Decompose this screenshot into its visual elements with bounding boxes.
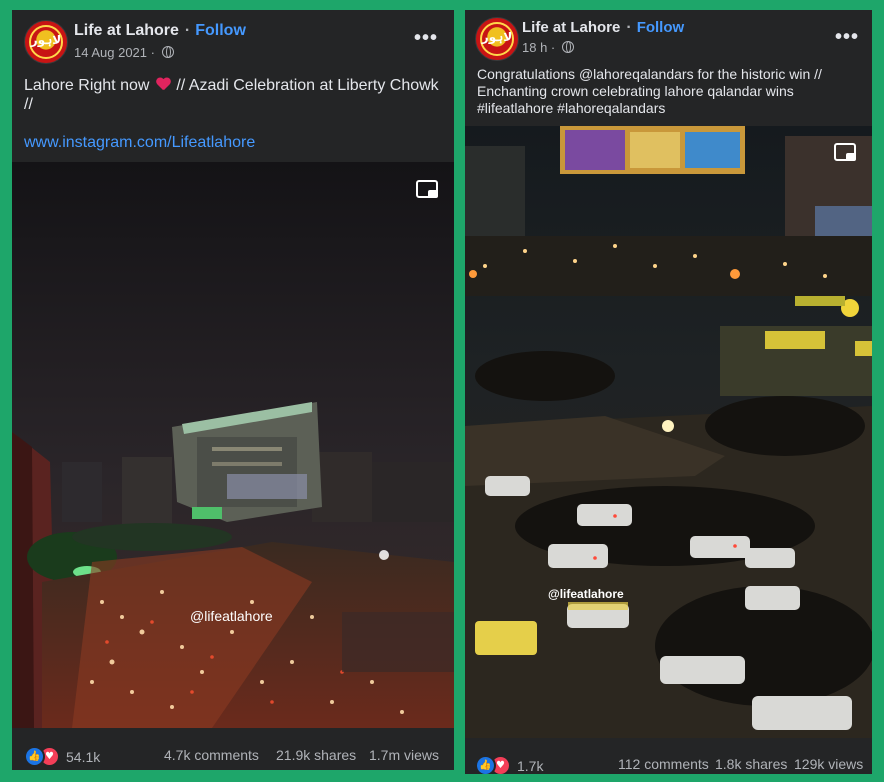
post-video-2[interactable]: @lifeatlahore <box>465 126 872 738</box>
follow-button[interactable]: Follow <box>637 19 685 36</box>
page-name[interactable]: Life at Lahore <box>74 22 179 39</box>
page-avatar[interactable]: لاہور <box>475 17 519 61</box>
globe-icon <box>161 46 174 58</box>
views-count: 1.7m views <box>369 747 440 763</box>
page-name[interactable]: Life at Lahore <box>522 19 620 36</box>
reactions-summary[interactable]: 👍 ♥ 1.7k <box>475 755 543 774</box>
comments-count[interactable]: 4.7k comments <box>164 747 259 763</box>
caption-line2: Enchanting crown celebrating lahore qala… <box>477 83 794 99</box>
post-caption: Congratulations @lahoreqalandars for the… <box>477 66 867 117</box>
post-header: لاہور Life at Lahore · Follow 14 Aug 2021 … <box>12 10 454 70</box>
page-name-row: Life at Lahore · Follow <box>522 19 684 37</box>
reaction-count: 54.1k <box>66 748 101 765</box>
page-name-row: Life at Lahore · Follow <box>74 22 246 40</box>
caption-hashtags[interactable]: #lifeatlahore #lahoreqalandars <box>477 100 867 117</box>
separator-dot: · <box>184 22 191 39</box>
instagram-link[interactable]: www.instagram.com/Lifeatlahore <box>24 134 255 152</box>
caption-text-line2: // <box>24 96 33 113</box>
qalandars-celebration-scene <box>465 126 872 738</box>
video-watermark: @lifeatlahore <box>190 608 273 624</box>
red-heart-icon <box>156 78 170 91</box>
reaction-count: 1.7k <box>517 757 544 774</box>
engagement-bar: 👍 ♥ 54.1k 4.7k comments 21.9k shares 1.7… <box>12 746 454 767</box>
avatar-logo-mark: لاہور <box>481 30 513 44</box>
post-video-1[interactable]: @lifeatlahore <box>12 162 454 728</box>
caption-line1: Congratulations @lahoreqalandars for the… <box>477 66 822 82</box>
comments-count[interactable]: 112 comments <box>618 756 709 772</box>
picture-in-picture-icon[interactable] <box>834 143 856 161</box>
caption-text-end: // Azadi Celebration at Liberty Chowk <box>171 77 439 94</box>
more-options-icon[interactable]: ••• <box>835 26 859 49</box>
liberty-chowk-night-scene <box>12 162 454 728</box>
post-meta: 14 Aug 2021 · <box>74 45 174 60</box>
like-reaction-icon: 👍 <box>24 746 45 767</box>
caption-text-start: Lahore Right now <box>24 77 150 94</box>
post-card-1: لاہور Life at Lahore · Follow 14 Aug 2021 … <box>12 10 454 770</box>
post-caption: Lahore Right now // Azadi Celebration at… <box>24 76 444 114</box>
picture-in-picture-icon[interactable] <box>416 180 438 198</box>
page-avatar[interactable]: لاہور <box>24 20 68 64</box>
like-reaction-icon: 👍 <box>475 755 496 774</box>
post-header: لاہور Life at Lahore · Follow 18 h · ••• <box>465 10 872 70</box>
video-watermark: @lifeatlahore <box>548 587 624 601</box>
post-timestamp[interactable]: 18 h <box>522 40 547 55</box>
follow-button[interactable]: Follow <box>195 22 246 39</box>
shares-count[interactable]: 21.9k shares <box>276 747 356 763</box>
shares-count[interactable]: 1.8k shares <box>715 756 787 772</box>
views-count: 129k views <box>794 756 864 772</box>
engagement-bar: 👍 ♥ 1.7k 112 comments 1.8k shares 129k v… <box>465 755 872 774</box>
globe-icon <box>561 41 574 53</box>
avatar-logo-mark: لاہور <box>30 33 62 47</box>
separator-dot: · <box>626 19 632 36</box>
post-timestamp[interactable]: 14 Aug 2021 <box>74 45 147 60</box>
post-meta: 18 h · <box>522 40 574 55</box>
reactions-summary[interactable]: 👍 ♥ 54.1k <box>24 746 100 767</box>
more-options-icon[interactable]: ••• <box>414 27 438 50</box>
post-card-2: لاہور Life at Lahore · Follow 18 h · ••• C… <box>465 10 872 774</box>
